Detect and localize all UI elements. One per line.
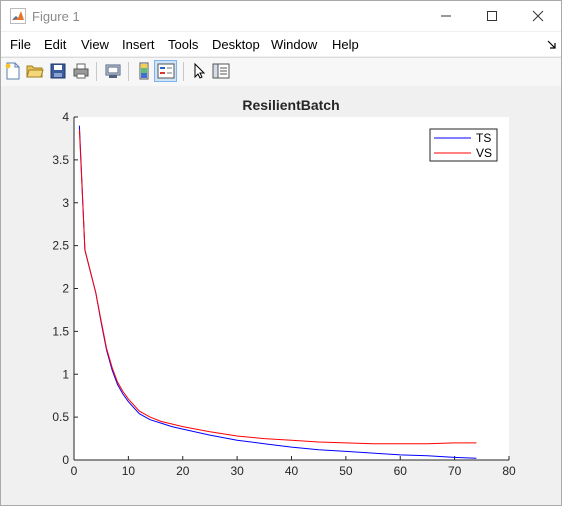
y-tick-label: 4 (62, 110, 69, 124)
new-figure-icon[interactable] (4, 62, 22, 80)
x-tick-label: 20 (176, 464, 190, 478)
menu-view[interactable]: View (81, 37, 109, 52)
axes-background[interactable] (74, 117, 509, 460)
menu-tools[interactable]: Tools (168, 37, 198, 52)
legend-button-active[interactable] (154, 60, 177, 82)
colorbar-icon[interactable] (135, 62, 153, 80)
x-tick-label: 30 (230, 464, 244, 478)
plot-title: ResilientBatch (242, 97, 339, 113)
dock-arrow-icon[interactable] (547, 40, 557, 50)
edit-plot-arrow-icon[interactable] (190, 62, 208, 80)
figure-canvas: ResilientBatch 0 10 20 30 40 50 60 70 80 0 0.5 1 1.5… (1, 86, 561, 505)
menu-file[interactable]: File (10, 37, 31, 52)
maximize-icon (487, 11, 497, 21)
maximize-button[interactable] (469, 1, 515, 31)
legend-icon (157, 63, 175, 79)
x-tick-label: 70 (448, 464, 462, 478)
open-file-icon[interactable] (26, 62, 44, 80)
y-tick-label: 1 (62, 367, 69, 381)
matlab-logo-icon (10, 8, 26, 24)
toolbar-separator (183, 62, 184, 81)
y-tick-label: 0.5 (52, 410, 69, 424)
menu-help[interactable]: Help (332, 37, 359, 52)
y-tick-label: 3 (62, 196, 69, 210)
close-icon (532, 10, 544, 22)
y-tick-label: 2 (62, 282, 69, 296)
x-tick-label: 10 (122, 464, 136, 478)
property-inspector-icon[interactable] (212, 62, 230, 80)
window-title: Figure 1 (32, 9, 80, 24)
menu-edit[interactable]: Edit (44, 37, 66, 52)
y-tick-label: 0 (62, 453, 69, 467)
print-icon[interactable] (72, 62, 90, 80)
toolbar-separator (96, 62, 97, 81)
x-tick-label: 0 (71, 464, 78, 478)
x-tick-label: 40 (285, 464, 299, 478)
plot-svg: ResilientBatch 0 10 20 30 40 50 60 70 80 0 0.5 1 1.5… (52, 97, 516, 478)
menu-desktop[interactable]: Desktop (212, 37, 260, 52)
legend[interactable]: TSVS (429, 128, 498, 162)
figure-window: Figure 1 File Edit View Insert Tools Des… (0, 0, 562, 506)
x-tick-label: 80 (502, 464, 516, 478)
menu-bar: File Edit View Insert Tools Desktop Wind… (1, 32, 561, 56)
title-bar[interactable]: Figure 1 (1, 1, 561, 31)
y-tick-label: 1.5 (52, 324, 69, 338)
save-icon[interactable] (49, 62, 67, 80)
menu-insert[interactable]: Insert (122, 37, 155, 52)
legend-label-ts: TS (476, 131, 491, 145)
x-tick-label: 60 (394, 464, 408, 478)
y-tick-label: 3.5 (52, 153, 69, 167)
close-button[interactable] (515, 1, 561, 31)
y-tick-label: 2.5 (52, 239, 69, 253)
figure-toolbar (1, 57, 561, 87)
x-tick-label: 50 (339, 464, 353, 478)
legend-label-vs: VS (476, 146, 492, 160)
print-preview-icon[interactable] (104, 62, 122, 80)
toolbar-separator (128, 62, 129, 81)
minimize-icon (441, 15, 451, 17)
menu-window[interactable]: Window (271, 37, 317, 52)
minimize-button[interactable] (423, 1, 469, 31)
